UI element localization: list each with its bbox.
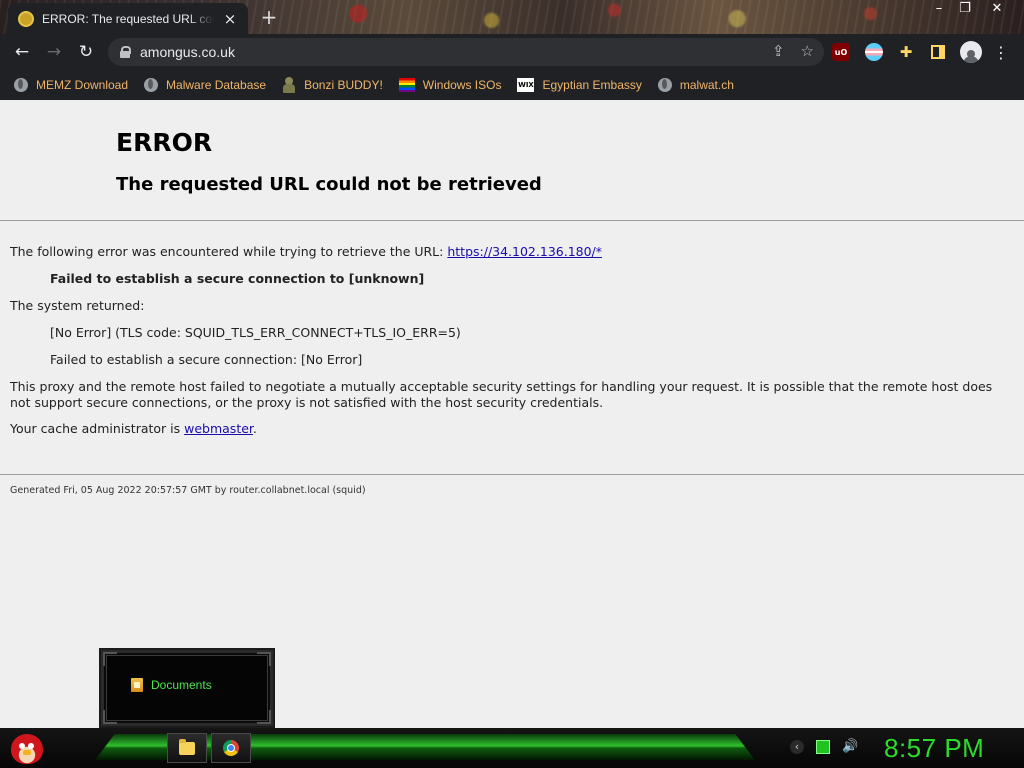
bookmark-label: MEMZ Download (36, 78, 129, 92)
angry-bird-icon (11, 734, 43, 764)
footer-divider (0, 474, 1024, 475)
minimize-button[interactable]: – (926, 0, 952, 18)
bookmark-label: Bonzi BUDDY! (304, 78, 383, 92)
failed-url-link[interactable]: https://34.102.136.180/* (447, 244, 602, 259)
globe-icon (144, 78, 159, 92)
bookmark-memz-download[interactable]: MEMZ Download (14, 73, 128, 97)
page-subtitle: The requested URL could not be retrieved (116, 174, 542, 195)
network-icon[interactable] (816, 740, 830, 754)
tls-error-code: [No Error] (TLS code: SQUID_TLS_ERR_CONN… (50, 325, 461, 340)
tab-active[interactable]: ERROR: The requested URL could not be re… (8, 3, 248, 34)
page-title: ERROR (116, 128, 213, 157)
page-content: ERROR The requested URL could not be ret… (0, 100, 1024, 728)
bookmark-label: Windows ISOs (422, 78, 502, 92)
extensions-puzzle-icon[interactable]: ✚ (897, 43, 915, 61)
flag-extension-icon[interactable] (865, 43, 883, 61)
bookmark-bonzi-buddy[interactable]: Bonzi BUDDY! (282, 73, 383, 97)
generated-footer: Generated Fri, 05 Aug 2022 20:57:57 GMT … (10, 485, 366, 496)
taskbar-chrome-button[interactable] (211, 733, 251, 763)
start-button[interactable] (8, 730, 46, 766)
back-button[interactable]: ← (6, 36, 38, 68)
wix-icon: WIX (517, 78, 535, 92)
profile-avatar-icon[interactable] (960, 41, 982, 63)
tab-strip: ERROR: The requested URL could not be re… (0, 0, 1024, 34)
rainbow-flag-icon (398, 78, 415, 92)
admin-suffix: . (252, 421, 257, 436)
tab-title: ERROR: The requested URL could not be re… (42, 11, 214, 26)
taskbar (0, 728, 1024, 768)
bookmark-windows-isos[interactable]: Windows ISOs (398, 73, 502, 97)
browser-menu-icon[interactable]: ⋮ (992, 43, 1010, 62)
taskbar-explorer-button[interactable] (167, 733, 207, 763)
ublock-extension-icon[interactable]: uO (832, 43, 850, 61)
bonzi-icon (282, 77, 296, 93)
close-window-button[interactable]: ✕ (984, 0, 1010, 18)
system-tray: ‹ 🔊 (790, 740, 858, 754)
error-reason: Failed to establish a secure connection … (50, 271, 425, 286)
encountered-paragraph: The following error was encountered whil… (10, 244, 602, 260)
frame-corner (103, 710, 117, 724)
folder-icon (179, 738, 195, 755)
globe-icon (14, 78, 28, 92)
frame-corner (257, 652, 271, 666)
volume-icon[interactable]: 🔊 (842, 740, 858, 754)
admin-paragraph: Your cache administrator is webmaster. (10, 421, 257, 437)
tray-expand-icon[interactable]: ‹ (790, 740, 804, 754)
tab-favicon-icon (18, 10, 34, 27)
encountered-text: The following error was encountered whil… (10, 244, 448, 259)
webmaster-link[interactable]: webmaster (184, 421, 253, 436)
documents-jumplist: Documents (99, 648, 275, 728)
bookmark-label: malwat.ch (679, 78, 734, 92)
documents-label: Documents (151, 678, 212, 692)
side-panel-icon[interactable] (929, 43, 947, 61)
taskbar-clock[interactable]: 8:57 PM (884, 733, 984, 764)
globe-icon (657, 78, 672, 92)
forward-button[interactable]: → (38, 36, 70, 68)
address-url[interactable]: amongus.co.uk (140, 44, 235, 60)
new-tab-button[interactable]: + (258, 6, 280, 28)
bookmark-malwatch[interactable]: malwat.ch (657, 73, 734, 97)
secure-connection-error: Failed to establish a secure connection:… (50, 352, 363, 367)
bookmark-label: Malware Database (166, 78, 267, 92)
chrome-icon (223, 740, 239, 756)
share-icon[interactable]: ⇪ (772, 42, 785, 60)
documents-icon (131, 678, 143, 692)
bookmark-label: Egyptian Embassy (542, 78, 642, 92)
explanation-paragraph: This proxy and the remote host failed to… (10, 379, 993, 410)
address-bar[interactable]: amongus.co.uk ⇪ ☆ (108, 38, 824, 66)
lock-icon[interactable] (120, 46, 131, 58)
frame-corner (103, 652, 117, 666)
system-returned-label: The system returned: (10, 298, 145, 313)
documents-item[interactable]: Documents (131, 678, 212, 692)
frame-corner (257, 710, 271, 724)
bookmarks-bar: MEMZ Download Malware Database Bonzi BUD… (0, 70, 1024, 100)
admin-prefix: Your cache administrator is (10, 421, 185, 436)
restore-button[interactable]: ❐ (952, 0, 978, 18)
reload-button[interactable]: ↻ (70, 36, 102, 68)
bookmark-malware-database[interactable]: Malware Database (144, 73, 266, 97)
error-header: ERROR The requested URL could not be ret… (0, 100, 1024, 221)
bookmark-star-icon[interactable]: ☆ (801, 42, 814, 60)
tab-close-icon[interactable]: × (222, 10, 238, 28)
bookmark-egyptian-embassy[interactable]: WIX Egyptian Embassy (517, 73, 642, 97)
